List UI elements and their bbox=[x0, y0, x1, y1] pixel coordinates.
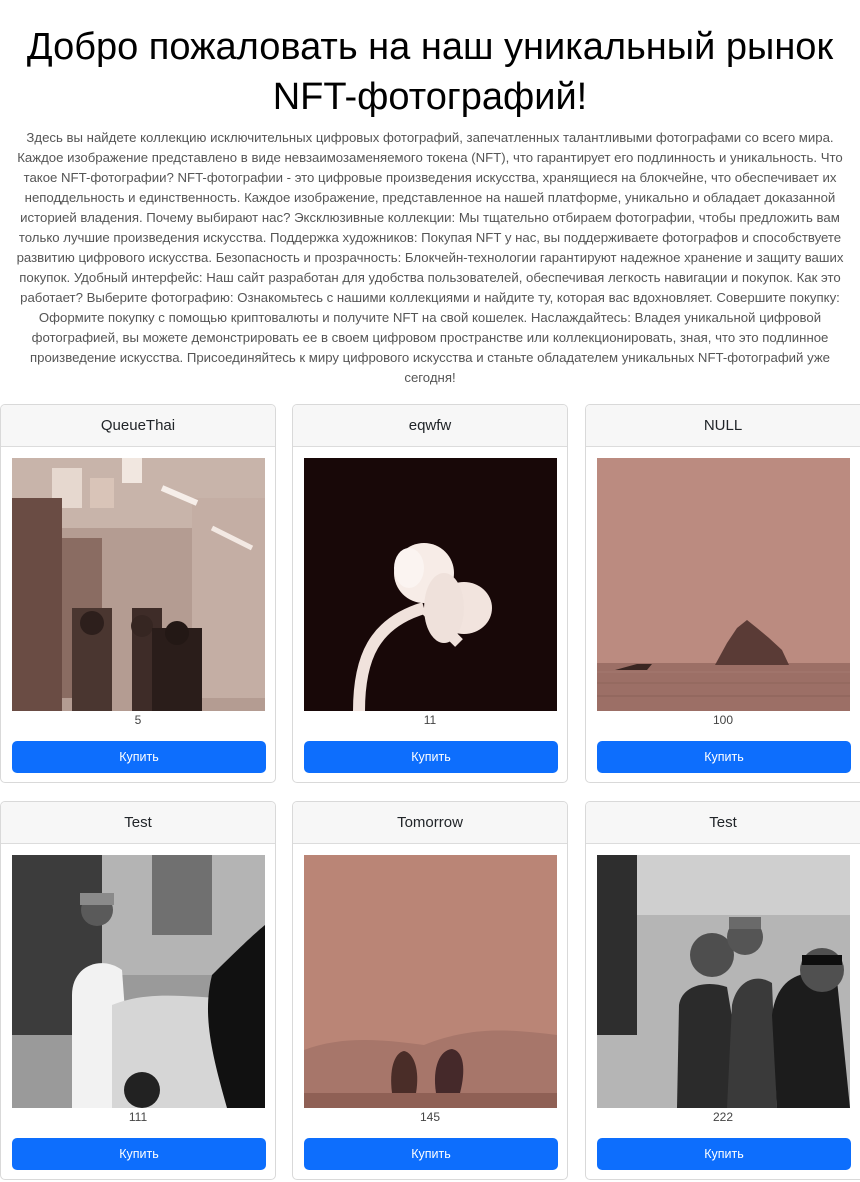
card-title: eqwfw bbox=[293, 405, 567, 447]
nft-photo-street-men[interactable] bbox=[597, 855, 850, 1108]
nft-card: QueueThai 5 Купить bbox=[0, 404, 276, 783]
card-title: Test bbox=[586, 802, 860, 844]
card-title: NULL bbox=[586, 405, 860, 447]
nft-photo-bay-islands[interactable] bbox=[304, 855, 557, 1108]
butterfly-lamp-image bbox=[304, 458, 557, 711]
nft-card: eqwfw 11 Купить bbox=[292, 404, 568, 783]
price: 11 bbox=[423, 713, 437, 727]
nft-photo-street-man[interactable] bbox=[12, 855, 265, 1108]
buy-button[interactable]: Купить bbox=[597, 1138, 851, 1170]
buy-button[interactable]: Купить bbox=[12, 741, 266, 773]
buy-button[interactable]: Купить bbox=[304, 741, 558, 773]
nft-card: NULL 100 Купить bbox=[585, 404, 860, 783]
street-man-image bbox=[12, 855, 265, 1108]
nft-photo-store-aisle[interactable] bbox=[12, 458, 265, 711]
page: Добро пожаловать на наш уникальный рынок… bbox=[0, 0, 860, 1182]
street-men-image bbox=[597, 855, 850, 1108]
card-title: Tomorrow bbox=[293, 802, 567, 844]
nft-card: Test 111 Купить bbox=[0, 801, 276, 1180]
store-aisle-image bbox=[12, 458, 265, 711]
page-title: Добро пожаловать на наш уникальный рынок… bbox=[26, 26, 834, 118]
card-title: QueueThai bbox=[1, 405, 275, 447]
nft-photo-sea-rock[interactable] bbox=[597, 458, 850, 711]
buy-button[interactable]: Купить bbox=[597, 741, 851, 773]
nft-photo-butterfly-lamp[interactable] bbox=[304, 458, 557, 711]
card-title: Test bbox=[1, 802, 275, 844]
sea-rock-image bbox=[597, 458, 850, 711]
buy-button[interactable]: Купить bbox=[304, 1138, 558, 1170]
bay-islands-image bbox=[304, 855, 557, 1108]
intro-text: Здесь вы найдете коллекцию исключительны… bbox=[16, 130, 844, 385]
price: 111 bbox=[128, 1110, 148, 1124]
price: 5 bbox=[134, 713, 142, 727]
nft-card: Test 222 Купить bbox=[585, 801, 860, 1180]
price: 222 bbox=[712, 1110, 734, 1124]
price: 145 bbox=[419, 1110, 441, 1124]
price: 100 bbox=[712, 713, 734, 727]
nft-card: Tomorrow 145 Купить bbox=[292, 801, 568, 1180]
buy-button[interactable]: Купить bbox=[12, 1138, 266, 1170]
